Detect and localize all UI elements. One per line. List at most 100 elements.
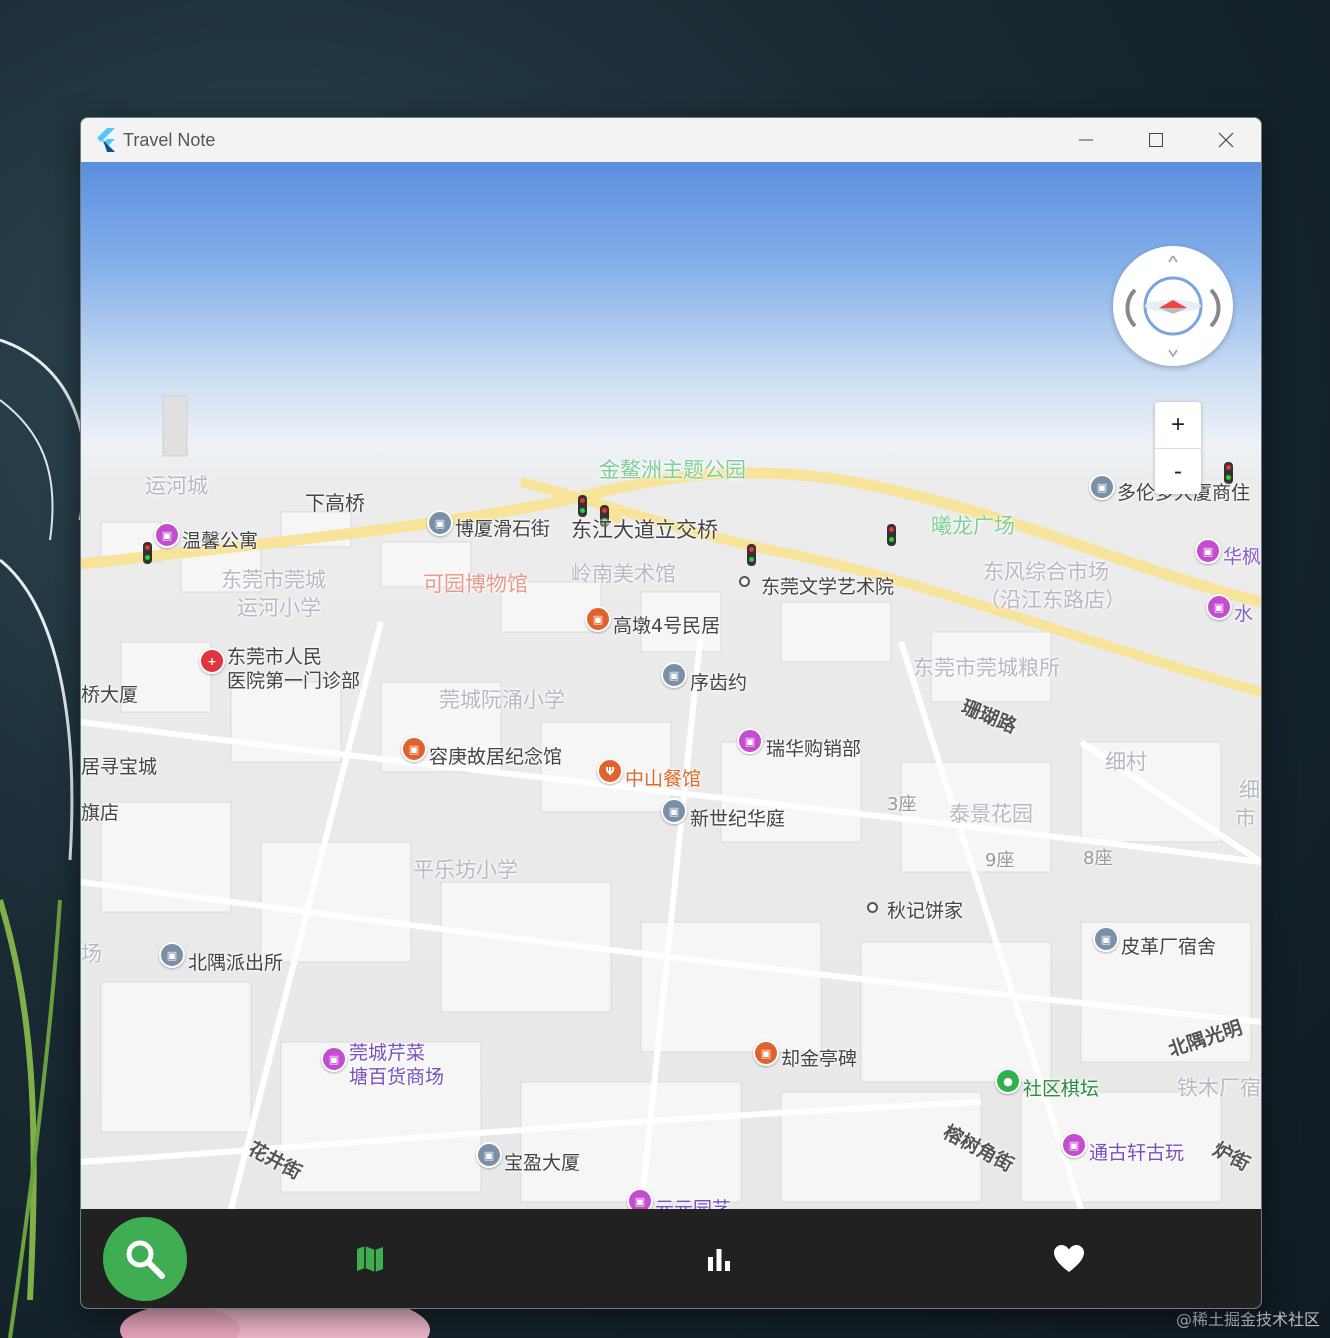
map-label[interactable]: 中山餐馆 [625, 764, 701, 791]
watermark-text: @稀土掘金技术社区 [1175, 1310, 1320, 1329]
poi-dot-icon[interactable] [739, 576, 750, 587]
map-label[interactable]: 可园博物馆 [423, 568, 528, 598]
police-pin-icon[interactable]: ▣ [159, 942, 185, 968]
map-label[interactable]: 3座 [887, 790, 916, 816]
shop-pin-icon[interactable]: ▣ [737, 728, 763, 754]
map-label[interactable]: 东江大道立交桥 [571, 514, 718, 544]
map-label[interactable]: 细村 [1105, 746, 1147, 776]
map-label[interactable]: 秋记饼家 [887, 896, 963, 923]
map-label[interactable]: 序齿约 [690, 668, 747, 695]
window-controls [1051, 118, 1261, 162]
map-label[interactable]: 8座 [1083, 844, 1112, 870]
shop-pin-icon[interactable]: ▣ [321, 1046, 347, 1072]
hotel-pin-icon[interactable]: ▣ [154, 522, 180, 548]
map-label[interactable]: 元元园艺 [655, 1194, 731, 1209]
map-label[interactable]: 下高桥 [305, 487, 365, 516]
close-button[interactable] [1191, 118, 1261, 162]
poi-dot-icon[interactable] [867, 902, 878, 913]
map-label[interactable]: 金鳌洲主题公园 [599, 454, 746, 484]
maximize-icon [1149, 133, 1163, 147]
window-title: Travel Note [123, 129, 216, 150]
map-label[interactable]: 通古轩古玩 [1089, 1138, 1184, 1165]
shop-pin-icon[interactable]: ▣ [1206, 594, 1232, 620]
map-label[interactable]: 细 [1239, 774, 1260, 804]
building-pin-icon[interactable]: ▣ [427, 510, 453, 536]
bar-chart-icon [708, 1249, 730, 1271]
map-label[interactable]: 水 [1234, 599, 1253, 626]
map-label[interactable]: 平乐坊小学 [413, 854, 518, 884]
map-label[interactable]: 温馨公寓 [182, 526, 258, 553]
minimize-button[interactable] [1051, 118, 1121, 162]
map-label[interactable]: 东莞文学艺术院 [761, 572, 894, 599]
park-pin-icon[interactable]: ● [995, 1068, 1021, 1094]
restaurant-pin-icon[interactable]: Ψ [597, 758, 623, 784]
building-pin-icon[interactable]: ▣ [661, 662, 687, 688]
map-label[interactable]: （沿江东路店） [979, 584, 1126, 614]
compass-icon [1125, 255, 1221, 358]
map-view[interactable]: 金鳌洲主题公园 运河城 下高桥 ▣ 温馨公寓 ▣ 博厦滑石街 东江大道立交桥 曦… [81, 162, 1261, 1209]
map-label[interactable]: 却金亭碑 [781, 1044, 857, 1071]
landmark-pin-icon[interactable]: ▣ [585, 606, 611, 632]
map-label[interactable]: 旗店 [81, 798, 119, 825]
traffic-light-icon [887, 524, 896, 546]
nav-stats-button[interactable] [703, 1243, 735, 1275]
map-label[interactable]: 北隅派出所 [188, 948, 283, 975]
map-label[interactable]: 东风综合市场 [983, 556, 1109, 586]
map-label[interactable]: 运河城 [145, 470, 208, 500]
map-label[interactable]: 居寻宝城 [81, 752, 157, 779]
building-pin-icon[interactable]: ▣ [476, 1142, 502, 1168]
nav-search-button[interactable] [103, 1217, 187, 1301]
map-label[interactable]: 宝盈大厦 [504, 1148, 580, 1175]
map-label[interactable]: 泰景花园 [949, 798, 1033, 828]
map-label[interactable]: 塘百货商场 [349, 1062, 444, 1089]
map-label[interactable]: 医院第一门诊部 [227, 666, 360, 693]
map-label[interactable]: 岭南美术馆 [571, 558, 676, 588]
shop-pin-icon[interactable]: ▣ [627, 1188, 653, 1209]
map-label[interactable]: 桥大厦 [81, 680, 138, 707]
map-label[interactable]: 东莞市人民 [227, 642, 322, 669]
hospital-pin-icon[interactable]: + [199, 648, 225, 674]
map-label[interactable]: 华枫 [1223, 542, 1261, 569]
museum-pin-icon[interactable]: ▣ [401, 736, 427, 762]
maximize-button[interactable] [1121, 118, 1191, 162]
map-label[interactable]: 莞城阮涌小学 [439, 684, 565, 714]
shop-pin-icon[interactable]: ▣ [1061, 1132, 1087, 1158]
zoom-in-button[interactable]: + [1155, 402, 1201, 449]
map-label[interactable]: 运河小学 [237, 592, 321, 622]
landmark-pin-icon[interactable]: ▣ [753, 1040, 779, 1066]
map-label[interactable]: 社区棋坛 [1023, 1074, 1099, 1101]
compass-control[interactable] [1113, 246, 1233, 366]
map-label[interactable]: 市 [1235, 802, 1256, 832]
zoom-control: + - [1155, 402, 1201, 494]
map-label[interactable]: 9座 [985, 846, 1014, 872]
building-pin-icon[interactable]: ▣ [1093, 926, 1119, 952]
traffic-light-icon [747, 544, 756, 566]
map-label[interactable]: 莞城芹菜 [349, 1038, 425, 1065]
heart-icon [1054, 1245, 1084, 1272]
traffic-light-icon [143, 542, 152, 564]
map-label[interactable]: 皮革厂宿舍 [1121, 932, 1216, 959]
map-label[interactable]: 博厦滑石街 [455, 514, 550, 541]
map-label[interactable]: 曦龙广场 [931, 510, 1015, 540]
minimize-icon [1079, 139, 1093, 141]
bottom-navigation-bar [81, 1209, 1261, 1308]
map-label[interactable]: 铁木厂宿 [1177, 1072, 1261, 1102]
building-pin-icon[interactable]: ▣ [661, 798, 687, 824]
map-label[interactable]: 高墩4号民居 [613, 611, 720, 638]
close-icon [1218, 132, 1234, 148]
map-label[interactable]: 场 [81, 938, 102, 968]
flutter-logo-icon [97, 128, 115, 152]
nav-map-button[interactable] [354, 1243, 386, 1275]
title-bar[interactable]: Travel Note [81, 118, 1261, 162]
map-label[interactable]: 东莞市莞城 [221, 564, 326, 594]
map-label[interactable]: 东莞市莞城粮所 [913, 652, 1060, 682]
search-icon [126, 1240, 165, 1279]
zoom-out-button[interactable]: - [1155, 449, 1201, 495]
hotel-pin-icon[interactable]: ▣ [1195, 538, 1221, 564]
map-label[interactable]: 瑞华购销部 [766, 734, 861, 761]
map-label[interactable]: 新世纪华庭 [690, 804, 785, 831]
map-label[interactable]: 容庚故居纪念馆 [429, 742, 562, 769]
map-icon [357, 1246, 383, 1272]
building-pin-icon[interactable]: ▣ [1089, 474, 1115, 500]
nav-favorites-button[interactable] [1053, 1243, 1085, 1275]
